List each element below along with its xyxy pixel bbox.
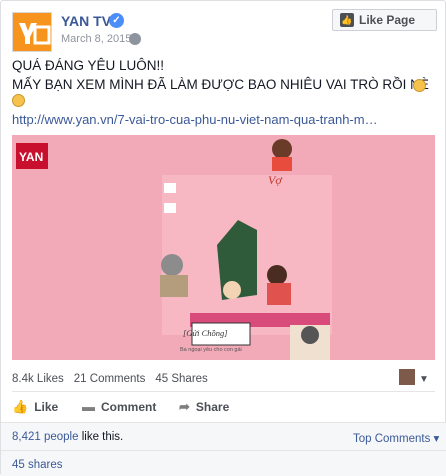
comments-count[interactable]: 21 Comments — [74, 373, 146, 385]
verified-icon: ✓ — [109, 13, 124, 28]
smile-emoji-icon — [413, 79, 426, 92]
avatar[interactable] — [399, 369, 415, 385]
post-link[interactable]: http://www.yan.vn/7-vai-tro-cua-phu-nu-v… — [12, 112, 437, 127]
shares-summary[interactable]: 45 shares — [12, 459, 63, 471]
likes-count[interactable]: 8.4k Likes — [12, 373, 64, 385]
yan-logo-icon[interactable] — [12, 12, 52, 52]
image-label-vo: Vợ — [268, 173, 282, 187]
post-message-line1: QUÁ ĐÁNG YÊU LUÔN!! — [12, 58, 165, 73]
like-label: Like — [34, 400, 59, 414]
post-image[interactable]: YAN Vợ [Gửi Chồng] Ba ngoại yêu cho con … — [12, 135, 435, 360]
stats-divider — [12, 391, 435, 392]
page-name[interactable]: YAN TV — [61, 13, 111, 29]
likes-summary-suffix: like this. — [78, 431, 124, 443]
image-label-caption: Ba ngoại yêu cho con gái — [180, 347, 242, 353]
thumbs-up-icon: 👍 — [340, 13, 354, 27]
top-comments-dropdown[interactable]: Top Comments ▾ — [353, 431, 439, 445]
share-label: Share — [195, 400, 230, 414]
like-page-label: Like Page — [359, 13, 416, 27]
likes-summary-people[interactable]: 8,421 people — [12, 431, 79, 443]
like-page-button[interactable]: 👍 Like Page — [332, 9, 437, 31]
svg-text:YAN: YAN — [19, 150, 43, 164]
globe-icon — [129, 33, 141, 45]
share-icon: ➦ — [179, 399, 190, 414]
like-button[interactable]: 👍 Like — [12, 399, 58, 415]
smile-emoji-icon — [12, 94, 25, 107]
comment-icon: ▬ — [82, 399, 95, 414]
post-card: YAN TV ✓ March 8, 2015 👍 Like Page QUÁ Đ… — [0, 0, 446, 476]
footer-divider — [1, 450, 446, 451]
post-message-line2: MẤY BẠN XEM MÌNH ĐÃ LÀM ĐƯỢC BAO NHIÊU V… — [12, 77, 429, 92]
comment-button[interactable]: ▬ Comment — [82, 399, 156, 414]
share-button[interactable]: ➦ Share — [179, 399, 229, 415]
comment-label: Comment — [101, 399, 157, 414]
thumbs-up-icon: 👍 — [12, 399, 29, 414]
caret-down-icon[interactable]: ▼ — [419, 374, 429, 385]
post-date[interactable]: March 8, 2015 — [61, 33, 131, 45]
shares-count[interactable]: 45 Shares — [155, 373, 207, 385]
likes-summary: 8,421 people like this. — [12, 431, 123, 443]
post-stats: 8.4k Likes 21 Comments 45 Shares — [12, 373, 208, 385]
image-label-gui-chong: [Gửi Chồng] — [183, 328, 228, 338]
